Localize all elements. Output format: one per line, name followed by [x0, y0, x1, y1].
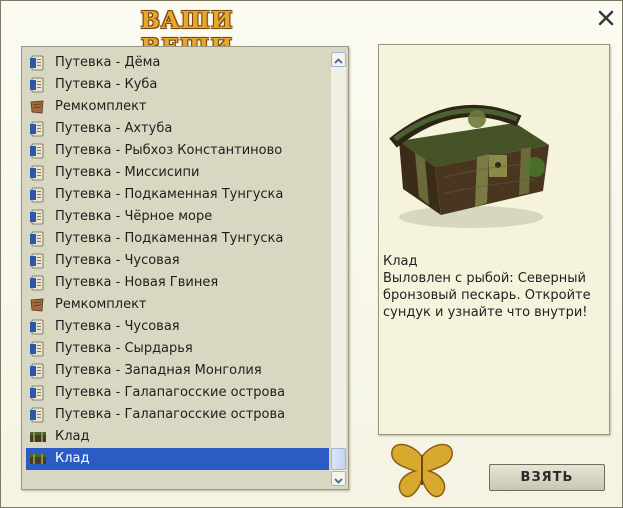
list-item-label: Путевка - Чусовая [55, 253, 180, 268]
list-item-label: Путевка - Западная Монголия [55, 363, 262, 378]
list-item-label: Путевка - Куба [55, 77, 158, 92]
list-item[interactable]: Путевка - Подкаменная Тунгуска [26, 228, 329, 250]
list-item-label: Путевка - Сырдарья [55, 341, 193, 356]
voucher-icon [29, 77, 45, 93]
close-icon[interactable] [597, 9, 615, 27]
voucher-icon [29, 231, 45, 247]
items-list[interactable]: Путевка - Дёма Путевка - Куба Ремкомплект П… [21, 46, 349, 490]
repair-kit-icon [29, 297, 45, 313]
butterfly-icon [391, 443, 453, 498]
list-item[interactable]: Клад [26, 448, 329, 470]
voucher-icon [29, 143, 45, 159]
list-item[interactable]: Путевка - Новая Гвинея [26, 272, 329, 294]
voucher-icon [29, 209, 45, 225]
list-item[interactable]: Ремкомплект [26, 96, 329, 118]
voucher-icon [29, 253, 45, 269]
list-item-label: Путевка - Миссисипи [55, 165, 200, 180]
list-item-label: Ремкомплект [55, 297, 147, 312]
voucher-icon [29, 341, 45, 357]
item-name: Клад [383, 254, 418, 269]
list-item-label: Путевка - Рыбхоз Константиново [55, 143, 283, 158]
list-item-label: Ремкомплект [55, 99, 147, 114]
voucher-icon [29, 385, 45, 401]
list-item[interactable]: Путевка - Куба [26, 74, 329, 96]
list-item-label: Путевка - Подкаменная Тунгуска [55, 231, 284, 246]
window-title: ваши вещи [140, 7, 234, 61]
list-item-label: Путевка - Галапагосские острова [55, 407, 286, 422]
list-item[interactable]: Путевка - Галапагосские острова [26, 382, 329, 404]
list-item-label: Путевка - Галапагосские острова [55, 385, 286, 400]
voucher-icon [29, 187, 45, 203]
list-item-label: Путевка - Чусовая [55, 319, 180, 334]
treasure-chest-icon [29, 451, 46, 467]
list-item[interactable]: Путевка - Чусовая [26, 250, 329, 272]
voucher-icon [29, 407, 45, 423]
voucher-icon [29, 319, 45, 335]
list-item[interactable]: Путевка - Дёма [26, 52, 329, 74]
list-item-label: Клад [55, 451, 90, 466]
list-item[interactable]: Путевка - Подкаменная Тунгуска [26, 184, 329, 206]
voucher-icon [29, 121, 45, 137]
list-item-label: Путевка - Ахтуба [55, 121, 173, 136]
scroll-down-button[interactable] [331, 471, 346, 486]
list-item[interactable]: Путевка - Чёрное море [26, 206, 329, 228]
list-item[interactable]: Путевка - Галапагосские острова [26, 404, 329, 426]
list-item-label: Путевка - Подкаменная Тунгуска [55, 187, 284, 202]
list-item-label: Путевка - Дёма [55, 55, 161, 70]
treasure-chest-icon [29, 429, 46, 445]
list-item[interactable]: Путевка - Ахтуба [26, 118, 329, 140]
list-item[interactable]: Путевка - Миссисипи [26, 162, 329, 184]
take-button[interactable]: ВЗЯТЬ [489, 464, 605, 491]
list-item[interactable]: Путевка - Чусовая [26, 316, 329, 338]
list-item[interactable]: Клад [26, 426, 329, 448]
scroll-up-button[interactable] [331, 52, 346, 67]
voucher-icon [29, 275, 45, 291]
scroll-thumb[interactable] [331, 448, 346, 470]
items-list-content: Путевка - Дёма Путевка - Куба Ремкомплект П… [26, 52, 329, 470]
list-item[interactable]: Путевка - Сырдарья [26, 338, 329, 360]
voucher-icon [29, 55, 45, 71]
voucher-icon [29, 363, 45, 379]
repair-kit-icon [29, 99, 45, 115]
list-item[interactable]: Путевка - Рыбхоз Константиново [26, 140, 329, 162]
list-scrollbar[interactable] [331, 52, 346, 486]
voucher-icon [29, 165, 45, 181]
chevron-up-icon [334, 58, 343, 64]
list-item-label: Путевка - Новая Гвинея [55, 275, 219, 290]
item-description: Выловлен с рыбой: Северный бронзовый пес… [383, 271, 591, 320]
inventory-window: ваши вещи Путевка - Дёма Путевка - Куба Ре… [0, 0, 623, 508]
treasure-chest-icon [389, 105, 549, 228]
list-item[interactable]: Путевка - Западная Монголия [26, 360, 329, 382]
list-item-label: Путевка - Чёрное море [55, 209, 213, 224]
item-detail-panel: Клад Выловлен с рыбой: Северный бронзовы… [378, 44, 610, 435]
chevron-down-icon [334, 478, 343, 484]
list-item-label: Клад [55, 429, 90, 444]
list-item[interactable]: Ремкомплект [26, 294, 329, 316]
